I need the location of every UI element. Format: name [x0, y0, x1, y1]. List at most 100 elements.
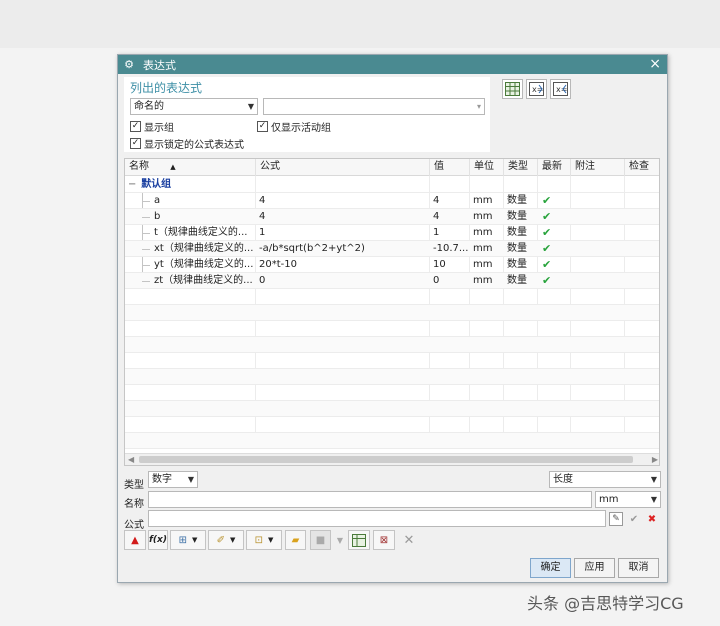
unit-select-value: mm	[599, 494, 619, 505]
collapse-toggle[interactable]: −	[128, 177, 138, 192]
unit-cell: mm	[473, 243, 493, 254]
tree-branch	[142, 201, 150, 202]
column-header-unit[interactable]: 单位	[470, 159, 504, 176]
import-icon: x=	[529, 82, 544, 96]
title-bar: ⚙ 表达式 ×	[118, 55, 667, 74]
column-header-comment[interactable]: 附注	[571, 159, 625, 176]
group-row[interactable]: − 默认组	[125, 177, 659, 193]
filter-select[interactable]: 命名的 ▼	[130, 98, 258, 115]
empty-row	[125, 417, 659, 433]
scroll-left-icon[interactable]: ◀	[128, 454, 134, 465]
empty-row	[125, 321, 659, 337]
column-header-check[interactable]: 检查	[625, 159, 659, 176]
unit-cell: mm	[473, 195, 493, 206]
dimension-select[interactable]: 长度 ▼	[549, 471, 661, 488]
edit-icon: ✎	[612, 514, 620, 524]
table-header: 名称 ▲ 公式 值 单位 类型 最新 附注 检查	[125, 159, 659, 176]
show-groups-checkbox[interactable]: ✓ 显示组	[130, 119, 174, 134]
dimension-select-value: 长度	[553, 474, 573, 485]
column-header-type[interactable]: 类型	[504, 159, 538, 176]
unit-cell: mm	[473, 275, 493, 286]
listed-heading: 列出的表达式	[130, 81, 203, 95]
export-expressions-button[interactable]: x=	[550, 79, 571, 99]
close-icon: ✕	[403, 532, 415, 548]
table-row[interactable]: xt（规律曲线定义的... -a/b*sqrt(b^2+yt^2) -10.7...…	[125, 241, 659, 257]
formula-label: 公式	[124, 520, 144, 531]
value-cell: 0	[433, 275, 440, 286]
measure-button[interactable]: ⊞ ▼	[170, 530, 206, 550]
filter-select-value: 命名的	[134, 101, 164, 112]
function-fx-icon: f(x)	[149, 535, 167, 545]
table-row[interactable]: a 4 4 mm 数量 ✔	[125, 193, 659, 209]
open-folder-button[interactable]: ▰	[285, 530, 306, 550]
empty-row	[125, 337, 659, 353]
insert-button[interactable]: ▲	[124, 530, 146, 550]
value-cell: 1	[433, 227, 440, 238]
watermark: 头条 @吉思特学习CG	[527, 594, 684, 613]
spreadsheet-edit-button[interactable]	[502, 79, 523, 99]
functions-button[interactable]: f(x)	[148, 530, 168, 550]
checkmark-icon: ✔	[629, 513, 639, 525]
type-cell: 数量	[507, 195, 527, 206]
horizontal-scrollbar[interactable]: ◀ ▶	[125, 453, 659, 465]
pencil-icon: ✐	[216, 534, 225, 546]
name-cell: t（规律曲线定义的...	[154, 227, 248, 238]
type-cell: 数量	[507, 275, 527, 286]
delete-link-icon: ⊠	[379, 534, 389, 546]
ok-button[interactable]: 确定	[530, 558, 571, 578]
spreadsheet-button[interactable]	[348, 530, 370, 550]
tree-branch	[142, 217, 150, 218]
type-cell: 数量	[507, 211, 527, 222]
table-row[interactable]: yt（规律曲线定义的... 20*t-10 10 mm 数量 ✔	[125, 257, 659, 273]
show-active-only-checkbox[interactable]: ✓ 仅显示活动组	[257, 119, 331, 134]
reference-button[interactable]: ✐ ▼	[208, 530, 244, 550]
expressions-table[interactable]: 名称 ▲ 公式 值 单位 类型 最新 附注 检查 − 默认组 a 4 4 mm 数量 ✔ b…	[124, 158, 660, 466]
chevron-down-icon: ▼	[247, 102, 254, 111]
table-row[interactable]: b 4 4 mm 数量 ✔	[125, 209, 659, 225]
accept-formula-button[interactable]: ✔	[627, 512, 641, 526]
name-cell: xt（规律曲线定义的...	[154, 243, 254, 254]
empty-row	[125, 305, 659, 321]
scrollbar-thumb[interactable]	[139, 456, 633, 463]
value-cell: 4	[433, 211, 440, 222]
formula-input[interactable]	[148, 510, 606, 527]
empty-row	[125, 369, 659, 385]
apply-button[interactable]: 应用	[574, 558, 615, 578]
column-header-uptodate[interactable]: 最新	[538, 159, 571, 176]
chevron-down-icon: ▾	[476, 102, 481, 111]
show-locked-checkbox[interactable]: ✓ 显示锁定的公式表达式	[130, 136, 244, 151]
expressions-dialog: ⚙ 表达式 × 列出的表达式 命名的 ▼ ▾ ✓ 显示组 ✓ 仅显示活动组 ✓ …	[117, 54, 668, 583]
name-cell: a	[154, 195, 161, 206]
delete-interpart-button[interactable]: ⊠	[373, 530, 395, 550]
type-select-value: 数字	[152, 474, 172, 485]
table-row[interactable]: t（规律曲线定义的... 1 1 mm 数量 ✔	[125, 225, 659, 241]
reject-formula-button[interactable]: ✖	[645, 512, 659, 526]
edit-formula-button[interactable]: ✎	[609, 512, 623, 526]
close-icon[interactable]: ×	[649, 56, 661, 72]
create-interpart-button[interactable]: ⊡ ▼	[246, 530, 282, 550]
desktop-background	[0, 0, 720, 48]
disabled-dropdown[interactable]: ▼	[335, 530, 345, 550]
scroll-right-icon[interactable]: ▶	[652, 454, 658, 465]
uptodate-check-icon: ✔	[542, 210, 552, 223]
import-expressions-button[interactable]: x=	[526, 79, 547, 99]
table-row[interactable]: zt（规律曲线定义的... 0 0 mm 数量 ✔	[125, 273, 659, 289]
name-input[interactable]	[148, 491, 592, 508]
spreadsheet-icon	[505, 82, 520, 96]
column-header-name[interactable]: 名称 ▲	[125, 159, 256, 176]
column-header-value[interactable]: 值	[430, 159, 470, 176]
delete-expression-button[interactable]: ✕	[399, 530, 419, 550]
search-select[interactable]: ▾	[263, 98, 485, 115]
cancel-button[interactable]: 取消	[618, 558, 659, 578]
value-cell: 10	[433, 259, 446, 270]
disabled-tool-button[interactable]: ■	[310, 530, 331, 550]
chevron-down-icon: ▼	[268, 536, 274, 544]
column-header-formula[interactable]: 公式	[256, 159, 430, 176]
empty-row	[125, 353, 659, 369]
unit-select[interactable]: mm ▼	[595, 491, 661, 508]
tree-branch	[142, 281, 150, 282]
group-name: 默认组	[141, 179, 172, 190]
value-cell: 4	[433, 195, 440, 206]
chevron-down-icon: ▼	[650, 495, 657, 504]
type-select[interactable]: 数字 ▼	[148, 471, 198, 488]
